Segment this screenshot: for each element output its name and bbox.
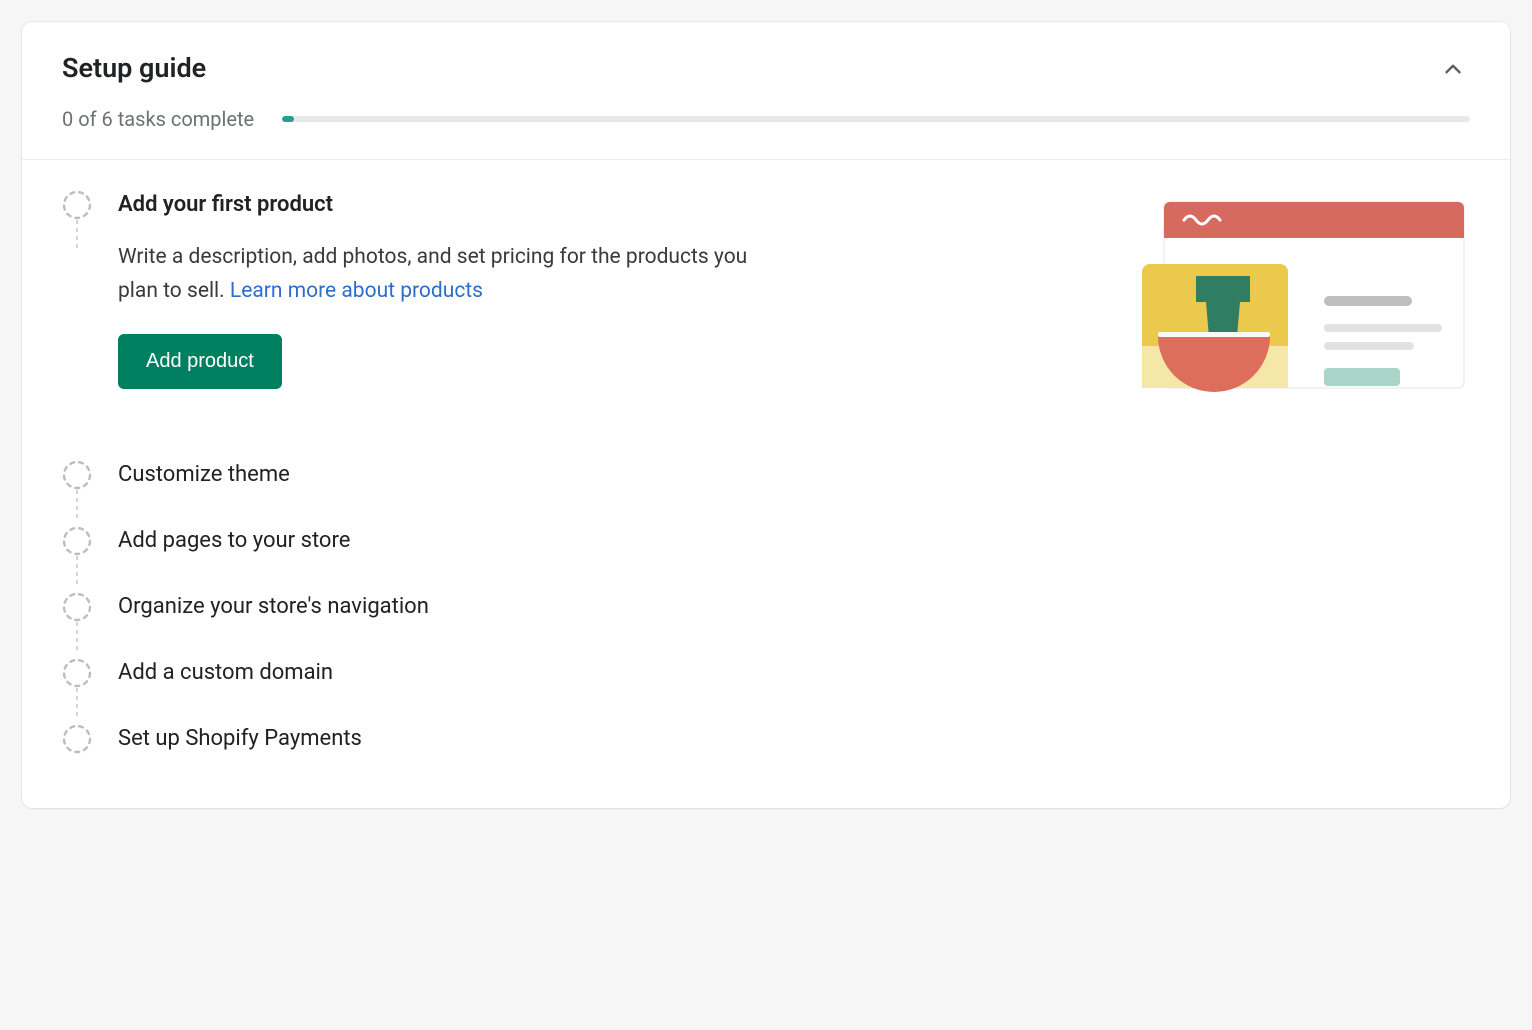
dashed-circle-icon <box>62 190 92 220</box>
dashed-circle-icon <box>62 658 92 688</box>
task-status-circle[interactable] <box>62 658 92 688</box>
task-add-product: Add your first product Write a descripti… <box>62 190 1470 442</box>
task-title[interactable]: Customize theme <box>118 462 1470 487</box>
product-illustration-icon <box>1140 196 1470 396</box>
task-title[interactable]: Set up Shopify Payments <box>118 726 1470 751</box>
task-illustration <box>1140 192 1470 396</box>
task-title[interactable]: Add your first product <box>118 192 1100 217</box>
task-body: Set up Shopify Payments <box>118 724 1470 751</box>
task-body: Customize theme <box>118 460 1470 487</box>
progress-row: 0 of 6 tasks complete <box>62 107 1470 131</box>
card-title: Setup guide <box>62 52 206 84</box>
progress-text: 0 of 6 tasks complete <box>62 107 254 131</box>
task-body: Organize your store's navigation <box>118 592 1470 619</box>
task-status-circle[interactable] <box>62 592 92 622</box>
task-title[interactable]: Add a custom domain <box>118 660 1470 685</box>
task-title[interactable]: Organize your store's navigation <box>118 594 1470 619</box>
task-status-circle[interactable] <box>62 190 92 220</box>
chevron-up-icon <box>1440 56 1466 85</box>
task-body: Add a custom domain <box>118 658 1470 685</box>
task-marker-column <box>62 526 118 556</box>
dashed-circle-icon <box>62 592 92 622</box>
task-title[interactable]: Add pages to your store <box>118 528 1470 553</box>
task-connector-line <box>76 622 78 652</box>
task-marker-column <box>62 724 118 754</box>
task-connector-line <box>76 688 78 718</box>
task-list: Add your first product Write a descripti… <box>22 160 1510 808</box>
header-top: Setup guide <box>62 52 1470 89</box>
task-connector-line <box>76 556 78 586</box>
progress-bar-fill <box>282 116 294 122</box>
dashed-circle-icon <box>62 460 92 490</box>
collapse-button[interactable] <box>1436 52 1470 89</box>
task-marker-column <box>62 460 118 490</box>
task-text: Add your first product Write a descripti… <box>118 192 1100 389</box>
task-marker-column <box>62 190 118 220</box>
task-status-circle[interactable] <box>62 526 92 556</box>
task-connector-line <box>76 490 78 520</box>
task-organize-navigation: Organize your store's navigation <box>62 574 1470 640</box>
task-customize-theme: Customize theme <box>62 442 1470 508</box>
learn-more-link[interactable]: Learn more about products <box>230 279 483 303</box>
task-body: Add pages to your store <box>118 526 1470 553</box>
task-description: Write a description, add photos, and set… <box>118 241 758 308</box>
dashed-circle-icon <box>62 724 92 754</box>
setup-guide-card: Setup guide 0 of 6 tasks complete <box>22 22 1510 808</box>
task-row: Add your first product Write a descripti… <box>118 192 1470 396</box>
task-marker-column <box>62 592 118 622</box>
task-custom-domain: Add a custom domain <box>62 640 1470 706</box>
task-status-circle[interactable] <box>62 724 92 754</box>
progress-bar <box>282 116 1470 122</box>
task-marker-column <box>62 658 118 688</box>
add-product-button[interactable]: Add product <box>118 334 282 389</box>
task-status-circle[interactable] <box>62 460 92 490</box>
task-connector-line <box>76 220 78 250</box>
task-add-pages: Add pages to your store <box>62 508 1470 574</box>
task-body: Add your first product Write a descripti… <box>118 190 1470 396</box>
task-shopify-payments: Set up Shopify Payments <box>62 706 1470 772</box>
card-header: Setup guide 0 of 6 tasks complete <box>22 22 1510 160</box>
dashed-circle-icon <box>62 526 92 556</box>
task-action: Add product <box>118 334 1100 389</box>
